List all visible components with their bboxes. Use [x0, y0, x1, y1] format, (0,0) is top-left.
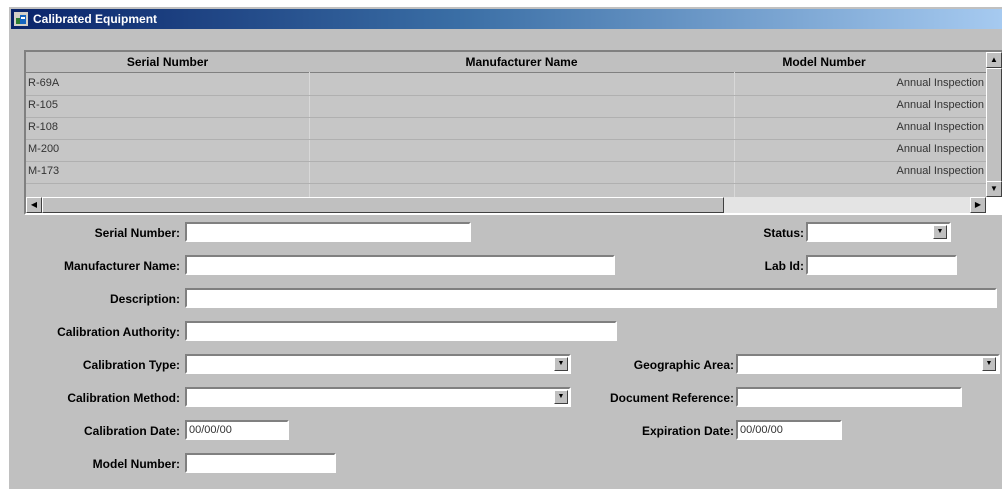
- chevron-down-icon[interactable]: ▼: [554, 357, 568, 371]
- status-select[interactable]: [806, 222, 951, 242]
- equipment-grid[interactable]: Serial Number Manufacturer Name Model Nu…: [24, 50, 1002, 215]
- cell-calibration-type: Annual Inspection: [896, 143, 984, 155]
- calibrated-equipment-window: Calibrated Equipment Serial Number Manuf…: [8, 6, 1002, 489]
- calibration-method-select[interactable]: [185, 387, 571, 407]
- calibration-method-label: Calibration Method:: [67, 391, 180, 405]
- serial-number-field[interactable]: [185, 222, 471, 242]
- description-field[interactable]: [185, 288, 997, 308]
- status-label: Status:: [763, 226, 804, 240]
- window-title: Calibrated Equipment: [33, 12, 158, 26]
- table-row[interactable]: M-173 Annual Inspection: [26, 161, 986, 184]
- cell-calibration-type: Annual Inspection: [896, 165, 984, 177]
- document-reference-label: Document Reference:: [609, 391, 734, 405]
- scroll-down-icon[interactable]: ▼: [986, 181, 1002, 197]
- model-number-field[interactable]: [185, 453, 336, 473]
- cell-serial-number: M-200: [28, 143, 60, 155]
- table-row[interactable]: M-200 Annual Inspection: [26, 139, 986, 162]
- scroll-right-icon[interactable]: ▶: [970, 197, 986, 213]
- cell-calibration-type: Annual Inspection: [896, 77, 984, 89]
- lab-id-label: Lab Id:: [764, 259, 804, 273]
- chevron-down-icon[interactable]: ▼: [554, 390, 568, 404]
- cell-serial-number: R-69A: [28, 77, 60, 89]
- manufacturer-name-label: Manufacturer Name:: [63, 259, 180, 273]
- model-number-label: Model Number:: [92, 457, 180, 471]
- calibration-type-select[interactable]: [185, 354, 571, 374]
- serial-number-label: Serial Number:: [94, 226, 180, 240]
- calibration-authority-field[interactable]: [185, 321, 617, 341]
- cell-serial-number: R-108: [28, 121, 58, 133]
- chevron-down-icon[interactable]: ▼: [982, 357, 996, 371]
- horizontal-scroll-thumb[interactable]: [42, 197, 724, 213]
- chevron-down-icon[interactable]: ▼: [933, 225, 947, 239]
- cell-serial-number: M-173: [28, 165, 60, 177]
- table-row[interactable]: R-105 Annual Inspection: [26, 95, 986, 118]
- table-row[interactable]: R-69A Annual Inspection: [26, 73, 986, 96]
- description-label: Description:: [109, 292, 180, 306]
- document-reference-field[interactable]: [736, 387, 962, 407]
- expiration-date-label: Expiration Date:: [641, 424, 734, 438]
- geographic-area-select[interactable]: [736, 354, 1000, 374]
- calibration-date-label: Calibration Date:: [83, 424, 180, 438]
- grid-header: Serial Number Manufacturer Name Model Nu…: [26, 52, 986, 73]
- vertical-scroll-thumb[interactable]: [986, 68, 1002, 188]
- manufacturer-name-field[interactable]: [185, 255, 615, 275]
- expiration-date-field[interactable]: 00/00/00: [736, 420, 842, 440]
- scroll-up-icon[interactable]: ▲: [986, 52, 1002, 68]
- calibration-date-field[interactable]: 00/00/00: [185, 420, 289, 440]
- column-header-serial-number[interactable]: Serial Number: [26, 55, 309, 69]
- app-icon: [14, 12, 28, 26]
- column-header-model-number[interactable]: Model Number: [734, 55, 914, 69]
- lab-id-field[interactable]: [806, 255, 957, 275]
- table-row[interactable]: R-108 Annual Inspection: [26, 117, 986, 140]
- calibration-type-label: Calibration Type:: [82, 358, 180, 372]
- title-bar: Calibrated Equipment: [11, 9, 1002, 29]
- calibration-authority-label: Calibration Authority:: [57, 325, 180, 339]
- horizontal-scrollbar[interactable]: ◀ ▶: [26, 197, 986, 213]
- cell-serial-number: R-105: [28, 99, 58, 111]
- cell-calibration-type: Annual Inspection: [896, 99, 984, 111]
- cell-calibration-type: Annual Inspection: [896, 121, 984, 133]
- grid-body: Serial Number Manufacturer Name Model Nu…: [26, 52, 986, 197]
- geographic-area-label: Geographic Area:: [633, 358, 734, 372]
- column-header-manufacturer-name[interactable]: Manufacturer Name: [309, 55, 734, 69]
- scroll-left-icon[interactable]: ◀: [26, 197, 42, 213]
- vertical-scrollbar[interactable]: ▲ ▼: [986, 52, 1002, 197]
